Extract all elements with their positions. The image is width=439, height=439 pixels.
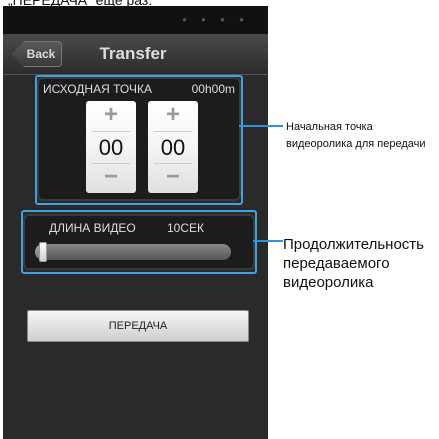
title-bar: Back Transfer <box>3 34 268 75</box>
phone-screen: ● ● ● ● Back Transfer ИСХОДНАЯ ТОЧКА 00h… <box>3 6 268 439</box>
transfer-button[interactable]: ПЕРЕДАЧА <box>27 310 249 342</box>
status-bar: ● ● ● ● <box>3 6 268 34</box>
status-icons: ● ● ● ● <box>182 15 250 24</box>
callout-line-text: Продолжительность <box>283 236 424 253</box>
back-button[interactable]: Back <box>12 41 62 67</box>
length-callout-line <box>253 240 283 242</box>
start-callout-line <box>239 125 283 127</box>
callout-line-text: передаваемого <box>283 255 390 272</box>
transfer-content: ИСХОДНАЯ ТОЧКА 00h00m + 00 − + 00 − ДЛИН… <box>3 75 268 439</box>
start-point-highlight <box>35 75 243 205</box>
length-callout: Продолжительность передаваемого видеорол… <box>283 235 424 292</box>
video-length-highlight <box>21 210 257 274</box>
screen-title: Transfer <box>99 44 167 63</box>
callout-line-text: Начальная точка <box>286 121 373 133</box>
start-point-callout: Начальная точка видеоролика для передачи <box>286 119 426 153</box>
callout-line-text: видеоролика <box>283 274 374 291</box>
callout-line-text: видеоролика для передачи <box>286 138 426 150</box>
